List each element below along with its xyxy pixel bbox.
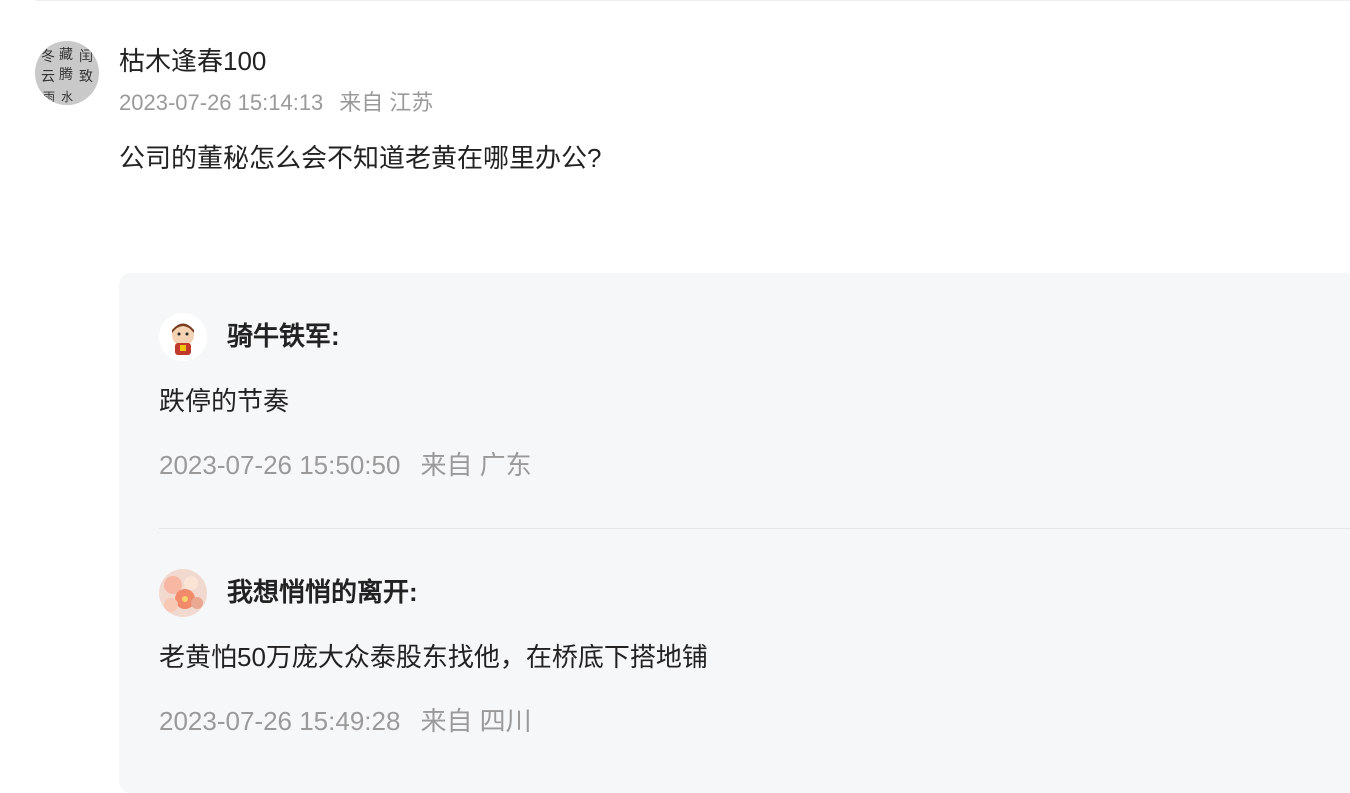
reply-location: 来自 四川 bbox=[420, 706, 532, 736]
svg-text:雨: 雨 bbox=[43, 90, 55, 104]
flower-photo-avatar-icon bbox=[159, 569, 207, 617]
reply-timestamp: 2023-07-26 15:49:28 bbox=[159, 706, 401, 736]
svg-text:水: 水 bbox=[61, 90, 73, 104]
svg-text:藏: 藏 bbox=[59, 47, 73, 63]
comment-location: 来自 江苏 bbox=[339, 90, 434, 115]
comment-username[interactable]: 枯木逢春100 bbox=[119, 44, 266, 78]
svg-text:腾: 腾 bbox=[59, 66, 73, 83]
reply-meta: 2023-07-26 15:50:50 来自 广东 bbox=[159, 447, 532, 483]
comment-timestamp: 2023-07-26 15:14:13 bbox=[119, 90, 324, 115]
cartoon-character-avatar-icon bbox=[159, 313, 207, 361]
svg-text:云: 云 bbox=[41, 69, 55, 85]
reply-username[interactable]: 我想悄悄的离开: bbox=[227, 575, 418, 609]
reply-timestamp: 2023-07-26 15:50:50 bbox=[159, 450, 401, 480]
reply-divider bbox=[159, 528, 1350, 529]
comment-meta: 2023-07-26 15:14:13 来自 江苏 bbox=[119, 88, 433, 118]
comment-text: 公司的董秘怎么会不知道老黄在哪里办公? bbox=[119, 143, 602, 173]
reply-avatar[interactable] bbox=[159, 313, 207, 361]
calligraphy-avatar-icon: 冬 藏 闰 云 腾 致 雨 水 bbox=[35, 41, 99, 105]
reply-text: 跌停的节奏 bbox=[159, 386, 290, 416]
svg-text:冬: 冬 bbox=[41, 49, 55, 65]
reply-avatar[interactable] bbox=[159, 569, 207, 617]
svg-text:闰: 闰 bbox=[79, 49, 93, 65]
comment-item: 冬 藏 闰 云 腾 致 雨 水 枯木逢春100 2023-07-26 15:14… bbox=[0, 0, 1350, 793]
reply-meta: 2023-07-26 15:49:28 来自 四川 bbox=[159, 703, 532, 739]
avatar[interactable]: 冬 藏 闰 云 腾 致 雨 水 bbox=[35, 41, 99, 105]
reply-list: 骑牛铁军: 跌停的节奏 2023-07-26 15:50:50 来自 广东 我想悄 bbox=[119, 273, 1350, 793]
reply-text: 老黄怕50万庞大众泰股东找他，在桥底下搭地铺 bbox=[159, 642, 708, 672]
reply-username[interactable]: 骑牛铁军: bbox=[227, 319, 340, 353]
reply-location: 来自 广东 bbox=[420, 450, 532, 480]
svg-text:致: 致 bbox=[79, 69, 93, 85]
